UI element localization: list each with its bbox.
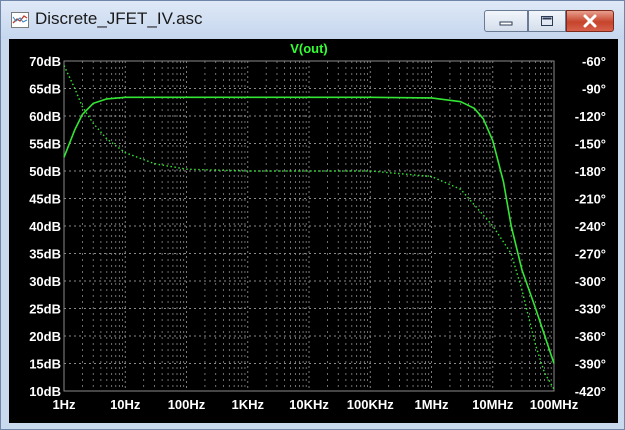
x-tick-label: 10KHz xyxy=(289,397,329,412)
maximize-icon xyxy=(529,11,565,31)
window-title: Discrete_JFET_IV.asc xyxy=(35,9,203,28)
minimize-button[interactable] xyxy=(484,10,528,32)
y-left-tick-label: 35dB xyxy=(29,247,61,262)
y-left-tick-label: 15dB xyxy=(29,357,61,372)
y-left-tick-label: 65dB xyxy=(29,82,61,97)
close-icon xyxy=(567,11,613,31)
y-left-tick-label: 30dB xyxy=(29,274,61,289)
x-tick-label: 10Hz xyxy=(110,397,141,412)
y-right-tick-label: -180° xyxy=(575,164,606,179)
y-right-tick-label: -420° xyxy=(575,384,606,399)
y-left-tick-label: 40dB xyxy=(29,219,61,234)
y-left-tick-label: 55dB xyxy=(29,137,61,152)
bode-plot: V(out) 70dB 65dB 60dB 55dB 50dB 45dB 40dB 35dB 30… xyxy=(29,41,606,412)
y-right-tick-label: -60° xyxy=(582,54,606,69)
y-left-tick-label: 20dB xyxy=(29,329,61,344)
y-left-tick-label: 45dB xyxy=(29,192,61,207)
x-tick-label: 100MHz xyxy=(530,397,579,412)
y-right-tick-label: -390° xyxy=(575,357,606,372)
y-right-tick-label: -210° xyxy=(575,192,606,207)
y-right-tick-label: -120° xyxy=(575,109,606,124)
y-left-tick-label: 60dB xyxy=(29,109,61,124)
minimize-icon xyxy=(485,11,527,31)
app-window: Discrete_JFET_IV.asc V(out) 70dB 65dB 60dB 5… xyxy=(0,0,625,430)
plot-pane[interactable]: V(out) 70dB 65dB 60dB 55dB 50dB 45dB 40dB 35dB 30… xyxy=(9,39,618,423)
y-right-tick-label: -240° xyxy=(575,219,606,234)
y-right-tick-label: -90° xyxy=(582,82,606,97)
waveform-app-icon[interactable] xyxy=(11,12,29,28)
x-tick-label: 1KHz xyxy=(231,397,264,412)
y-left-tick-label: 70dB xyxy=(29,54,61,69)
y-right-tick-label: -300° xyxy=(575,274,606,289)
x-tick-label: 10MHz xyxy=(472,397,514,412)
chart-title: V(out) xyxy=(290,41,328,56)
x-tick-label: 100KHz xyxy=(347,397,394,412)
x-tick-label: 1MHz xyxy=(415,397,449,412)
y-left-tick-label: 25dB xyxy=(29,302,61,317)
y-right-tick-label: -330° xyxy=(575,302,606,317)
x-tick-label: 1Hz xyxy=(52,397,76,412)
y-right-tick-label: -150° xyxy=(575,137,606,152)
y-right-tick-label: -360° xyxy=(575,329,606,344)
maximize-button[interactable] xyxy=(528,10,566,32)
close-button[interactable] xyxy=(566,10,614,32)
y-right-tick-label: -270° xyxy=(575,247,606,262)
y-left-tick-label: 50dB xyxy=(29,164,61,179)
x-tick-label: 100Hz xyxy=(168,397,206,412)
title-bar[interactable]: Discrete_JFET_IV.asc xyxy=(1,1,624,39)
